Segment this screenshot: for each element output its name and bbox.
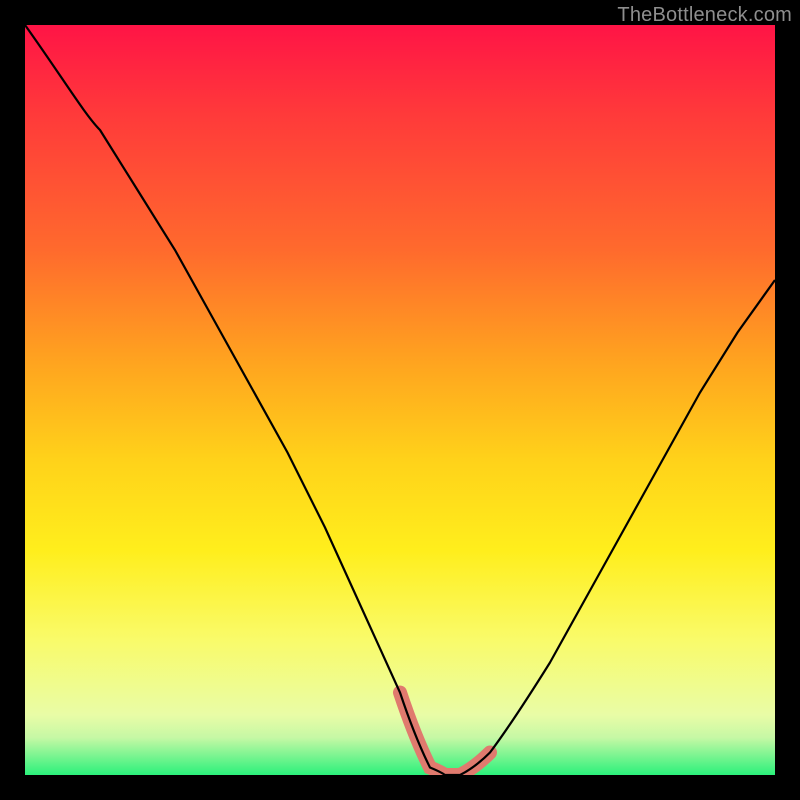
bottleneck-curve bbox=[25, 25, 775, 775]
plot-area bbox=[25, 25, 775, 775]
curve-svg bbox=[25, 25, 775, 775]
trough-highlight bbox=[400, 693, 490, 776]
watermark-text: TheBottleneck.com bbox=[617, 4, 792, 27]
chart-frame: TheBottleneck.com bbox=[0, 0, 800, 800]
